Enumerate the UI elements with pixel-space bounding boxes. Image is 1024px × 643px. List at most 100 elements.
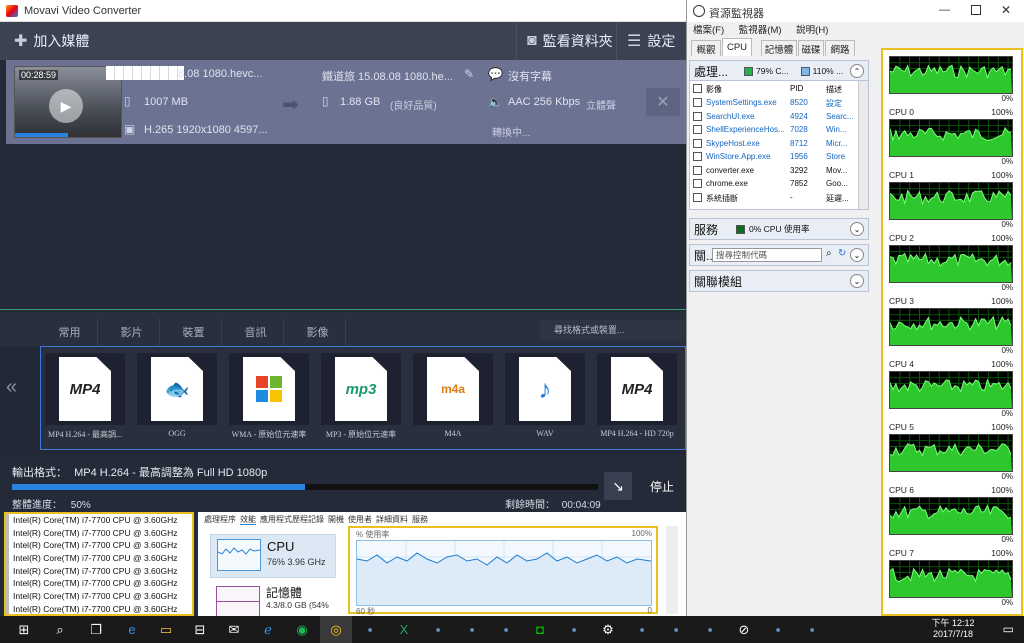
row-checkbox[interactable] <box>693 192 702 202</box>
table-row[interactable]: ShellExperienceHos... 7028 Win... <box>690 124 858 137</box>
tab-images[interactable]: 影像 <box>290 318 346 346</box>
row-checkbox[interactable] <box>693 125 702 134</box>
tm-tab[interactable]: 使用者 <box>348 515 372 524</box>
mail-icon[interactable]: ✉ <box>218 616 250 643</box>
chevron-down-icon[interactable]: ⌄ <box>850 248 864 262</box>
app-icon[interactable]: ▪ <box>354 616 386 643</box>
menu-file[interactable]: 檔案(F) <box>693 25 724 36</box>
clock[interactable]: 下午 12:12 2017/7/18 <box>918 618 988 640</box>
chevron-up-icon[interactable]: ⌃ <box>850 64 864 78</box>
resmon-icon[interactable]: ⊘ <box>728 616 760 643</box>
edit-pencil-icon[interactable]: ✎ <box>464 67 474 81</box>
table-row[interactable]: converter.exe 3292 Mov... <box>690 165 858 178</box>
target-size[interactable]: 1.88 GB <box>340 96 380 108</box>
tab-devices[interactable]: 裝置 <box>166 318 222 346</box>
refresh-icon[interactable]: ↻ <box>838 248 846 259</box>
excel-icon[interactable]: X <box>388 616 420 643</box>
row-checkbox[interactable] <box>693 152 702 161</box>
menu-help[interactable]: 說明(H) <box>796 25 828 36</box>
chrome-icon[interactable]: ◎ <box>320 616 352 643</box>
format-ogg[interactable]: 🐟 OGG <box>137 353 217 447</box>
minimize-button[interactable]: — <box>939 4 950 16</box>
maximize-button[interactable] <box>971 5 981 15</box>
audio-value[interactable]: AAC 256 Kbps <box>508 96 580 108</box>
row-checkbox[interactable] <box>693 98 702 107</box>
table-row[interactable]: SkypeHost.exe 8712 Micr... <box>690 138 858 151</box>
close-button[interactable]: ✕ <box>1001 3 1011 17</box>
tm-tab[interactable]: 服務 <box>412 515 428 524</box>
ie-icon[interactable]: ℯ <box>252 616 284 643</box>
memory-tile[interactable]: 記憶體 4.3/8.0 GB (54% <box>210 582 336 618</box>
chevron-down-icon[interactable]: ⌄ <box>850 222 864 236</box>
share-icon[interactable]: ↘ <box>604 472 632 500</box>
subtitle-value[interactable]: 沒有字幕 <box>508 68 552 84</box>
app-icon[interactable]: ▪ <box>558 616 590 643</box>
tab-overview[interactable]: 概觀 <box>691 40 721 56</box>
app-icon[interactable]: ▪ <box>762 616 794 643</box>
tab-network[interactable]: 網路 <box>825 40 855 56</box>
spotify-icon[interactable]: ◉ <box>286 616 318 643</box>
handles-search-input[interactable]: 搜尋控制代碼 <box>712 248 822 262</box>
tab-common[interactable]: 常用 <box>42 318 98 346</box>
tab-disk[interactable]: 磁碟 <box>798 40 824 56</box>
row-checkbox[interactable] <box>693 179 702 188</box>
cpu-tile[interactable]: CPU 76% 3.96 GHz <box>210 534 336 578</box>
app-icon[interactable]: ▪ <box>694 616 726 643</box>
tm-tab[interactable]: 應用程式歷程記錄 <box>260 515 324 524</box>
table-row[interactable]: SystemSettings.exe 8520 設定 <box>690 97 858 110</box>
format-mp4-720[interactable]: MP4 MP4 H.264 - HD 720p <box>597 353 677 447</box>
notifications-icon[interactable]: ▭ <box>1003 622 1014 636</box>
chevron-down-icon[interactable]: ⌄ <box>850 274 864 288</box>
line-icon[interactable]: ◘ <box>524 616 556 643</box>
processes-header[interactable]: 處理... 79% C... 110% ... ⌃ <box>689 60 869 82</box>
table-row[interactable]: SearchUI.exe 4924 Searc... <box>690 111 858 124</box>
row-checkbox[interactable] <box>693 138 702 148</box>
remove-file-button[interactable]: ✕ <box>646 88 680 116</box>
chevron-left-icon[interactable]: « <box>6 376 17 399</box>
tab-audio[interactable]: 音訊 <box>228 318 284 346</box>
row-checkbox[interactable] <box>693 111 702 121</box>
tm-tab[interactable]: 處理程序 <box>204 515 236 524</box>
start-icon[interactable]: ⊞ <box>8 616 40 643</box>
stop-button[interactable]: 停止 <box>640 472 684 500</box>
app-icon[interactable]: ▪ <box>490 616 522 643</box>
handles-header[interactable]: 關... 搜尋控制代碼 ⌕ ↻ ⌄ <box>689 244 869 266</box>
services-header[interactable]: 服務 0% CPU 使用率 ⌄ <box>689 218 869 240</box>
target-quality[interactable]: (良好品質) <box>390 97 437 112</box>
table-row[interactable]: 系統插斷 - 延遲... <box>690 192 858 205</box>
format-mp4-1080[interactable]: MP4 MP4 H.264 - 最高調... <box>45 353 125 447</box>
app-icon[interactable]: ▪ <box>796 616 828 643</box>
tm-tab[interactable]: 開機 <box>328 515 344 524</box>
app-icon[interactable]: ▪ <box>626 616 658 643</box>
task-view-icon[interactable]: ❐ <box>80 616 112 643</box>
scrollbar[interactable] <box>666 526 678 614</box>
output-format[interactable]: 輸出格式： MP4 H.264 - 最高調整為 Full HD 1080p <box>12 464 267 480</box>
search-icon[interactable]: ⌕ <box>44 616 76 643</box>
watch-folder-button[interactable]: ◙ 監看資料夾 <box>516 22 623 60</box>
row-checkbox[interactable] <box>693 165 702 175</box>
scrollbar[interactable] <box>858 81 868 209</box>
table-row[interactable]: WinStore.App.exe 1956 Store <box>690 151 858 164</box>
settings-button[interactable]: ☰ 設定 <box>616 22 685 60</box>
search-icon[interactable]: ⌕ <box>826 248 832 259</box>
format-wav[interactable]: ♪ WAV <box>505 353 585 447</box>
tab-memory[interactable]: 記憶體 <box>761 40 797 56</box>
store-icon[interactable]: ⊟ <box>184 616 216 643</box>
edge-icon[interactable]: e <box>116 616 148 643</box>
play-icon[interactable]: ▶ <box>49 89 83 123</box>
format-search-input[interactable]: 尋找格式或裝置... <box>540 320 686 340</box>
tab-cpu[interactable]: CPU <box>722 38 752 56</box>
column-image[interactable]: 影像 <box>706 84 722 95</box>
format-mp3[interactable]: mp3 MP3 - 原始位元速率 <box>321 353 401 447</box>
format-m4a[interactable]: m4a M4A <box>413 353 493 447</box>
file-row[interactable]: 00:28:59 ▶ 8.08 1080.hevc... ▯ 1007 MB ▣… <box>6 60 686 144</box>
format-wma[interactable]: WMA - 原始位元速率 <box>229 353 309 447</box>
app-icon[interactable]: ▪ <box>456 616 488 643</box>
column-pid[interactable]: PID <box>790 84 803 93</box>
app-icon[interactable]: ▪ <box>422 616 454 643</box>
menu-monitor[interactable]: 監視器(M) <box>739 25 782 36</box>
tm-tab[interactable]: 效能 <box>240 515 256 525</box>
app-icon[interactable]: ▪ <box>660 616 692 643</box>
tab-video[interactable]: 影片 <box>104 318 160 346</box>
table-row[interactable]: chrome.exe 7852 Goo... <box>690 178 858 191</box>
